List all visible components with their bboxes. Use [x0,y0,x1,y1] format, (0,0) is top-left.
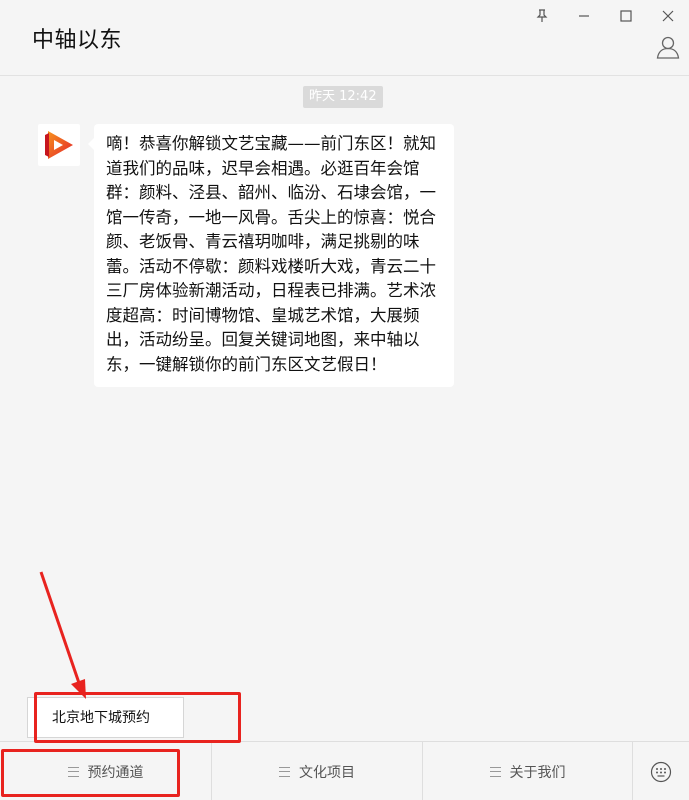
menu-item-about[interactable]: 关于我们 [423,742,633,800]
hamburger-icon [489,766,501,777]
account-avatar[interactable] [38,124,80,166]
window-title: 中轴以东 [32,28,123,53]
chat-area[interactable]: 昨天 12:42 嘀！恭喜你解锁文艺宝藏——前门东区！就知道我们的品味，迟早会相… [0,77,689,741]
window-controls [521,4,689,28]
message-bubble: 嘀！恭喜你解锁文艺宝藏——前门东区！就知道我们的品味，迟早会相遇。必逛百年会馆群… [88,124,454,387]
hamburger-icon [279,766,290,777]
menu-item-label: 预约通道 [87,764,144,781]
menu-item-culture[interactable]: 文化项目 [212,742,423,800]
message-timestamp: 昨天 12:42 [303,86,383,108]
hamburger-icon [67,766,79,777]
profile-button[interactable] [655,34,681,60]
pin-button[interactable] [521,4,563,28]
maximize-button[interactable] [605,4,647,28]
submenu-item-underground-city[interactable]: 北京地下城预约 [27,697,184,738]
maximize-icon [620,10,632,22]
close-button[interactable] [647,4,689,28]
menu-item-label: 文化项目 [299,764,355,781]
logo-icon [45,131,73,159]
close-icon [662,10,674,22]
chat-header: 中轴以东 [0,0,689,76]
keyboard-icon [650,761,672,782]
minimize-icon [579,15,589,17]
user-icon [656,36,680,59]
minimize-button[interactable] [563,4,605,28]
pin-icon [536,9,548,22]
keyboard-toggle-button[interactable] [633,742,689,800]
menu-item-reservation[interactable]: 预约通道 [0,742,212,800]
custom-menu-bar: 预约通道 文化项目 关于我们 [0,741,689,800]
menu-item-label: 关于我们 [509,764,566,781]
